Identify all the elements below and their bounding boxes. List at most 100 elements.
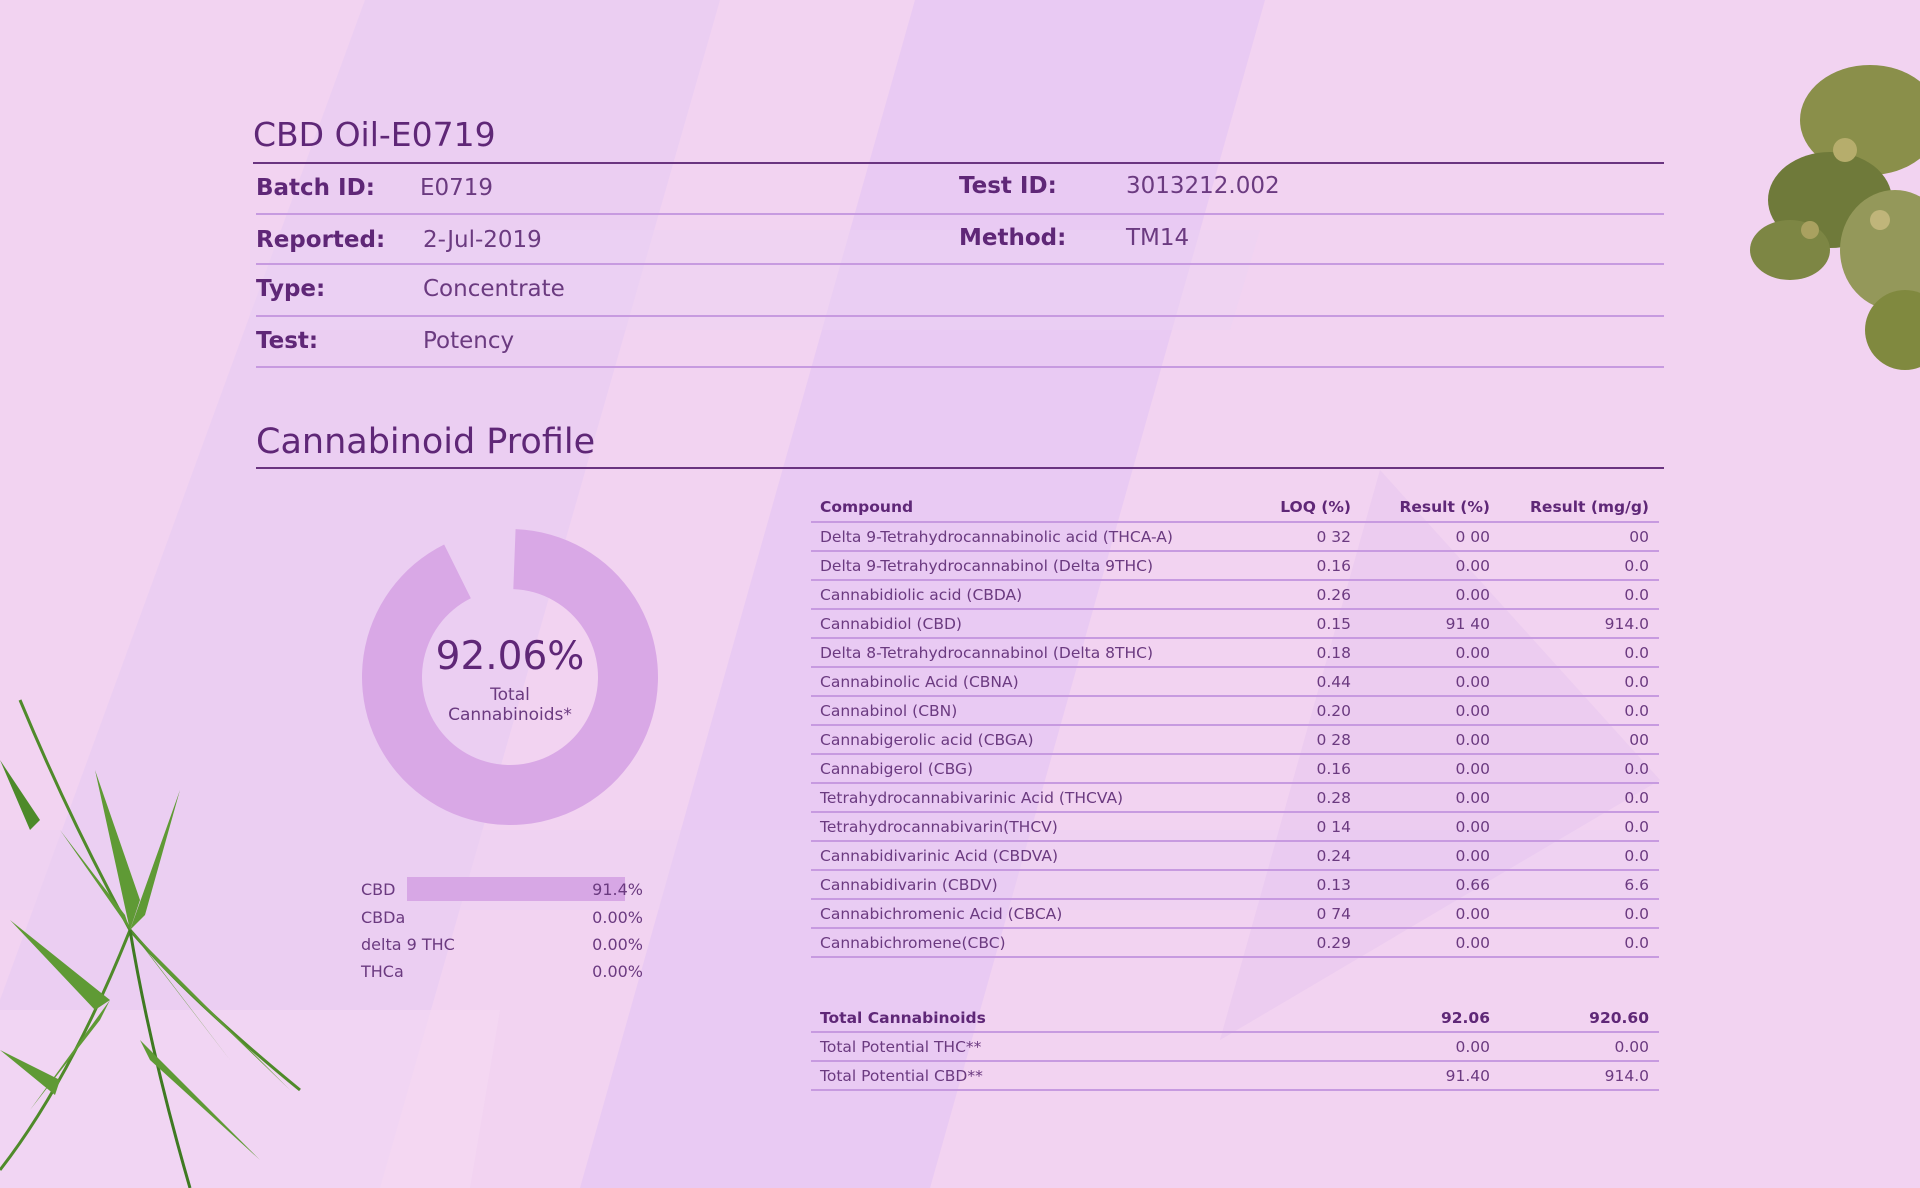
- table-row: Cannabigerol (CBG) 0.16 0.00 0.0: [811, 754, 1659, 784]
- section-title: Cannabinoid Profile: [256, 422, 596, 462]
- totals-loq-cell: [1232, 1004, 1361, 1033]
- cannabinoid-table: Compound LOQ (%) Result (%) Result (mg/g…: [811, 493, 1659, 958]
- result-pct-cell: 0.00: [1361, 783, 1500, 813]
- table-row: Cannabinolic Acid (CBNA) 0.44 0.00 0.0: [811, 667, 1659, 697]
- totals-row: Total Potential CBD** 91.40 914.0: [811, 1061, 1659, 1091]
- legend-row-cbd: CBD 91.4%: [361, 877, 645, 901]
- loq-cell: 0.13: [1232, 870, 1361, 900]
- totals-loq-cell: [1232, 1061, 1361, 1091]
- coa-document: CBD Oil-E0719 Batch ID: E0719 Test ID: 3…: [0, 0, 1920, 1188]
- loq-cell: 0.44: [1232, 667, 1361, 697]
- table-row: Cannabinol (CBN) 0.20 0.00 0.0: [811, 696, 1659, 726]
- type-value: Concentrate: [423, 276, 565, 302]
- table-row: Cannabichromene(CBC) 0.29 0.00 0.0: [811, 928, 1659, 958]
- legend-value: 0.00%: [592, 935, 643, 954]
- result-pct-cell: 0.00: [1361, 551, 1500, 581]
- table-body: Delta 9-Tetrahydrocannabinolic acid (THC…: [811, 522, 1659, 958]
- totals-row: Total Cannabinoids 92.06 920.60: [811, 1004, 1659, 1033]
- loq-cell: 0 14: [1232, 812, 1361, 842]
- legend-value: 91.4%: [592, 880, 643, 899]
- totals-row: Total Potential THC** 0.00 0.00: [811, 1032, 1659, 1062]
- result-pct-cell: 0.00: [1361, 754, 1500, 784]
- compound-cell: Cannabigerolic acid (CBGA): [811, 725, 1232, 755]
- table-row: Delta 8-Tetrahydrocannabinol (Delta 8THC…: [811, 638, 1659, 668]
- table-row: Cannabidiolic acid (CBDA) 0.26 0.00 0.0: [811, 580, 1659, 610]
- column-header-loq: LOQ (%): [1232, 493, 1361, 523]
- info-divider: [256, 263, 1664, 265]
- legend-row-cbda: CBDa 0.00%: [361, 905, 645, 929]
- info-divider: [256, 366, 1664, 368]
- result-mg-cell: 0.0: [1500, 783, 1659, 813]
- totals-loq-cell: [1232, 1032, 1361, 1062]
- loq-cell: 0.29: [1232, 928, 1361, 958]
- method-value: TM14: [1126, 225, 1190, 251]
- compound-cell: Cannabidivarin (CBDV): [811, 870, 1232, 900]
- test-label: Test:: [256, 328, 319, 354]
- test-id-label: Test ID:: [959, 173, 1057, 199]
- loq-cell: 0.15: [1232, 609, 1361, 639]
- result-mg-cell: 0.0: [1500, 638, 1659, 668]
- result-pct-cell: 0 00: [1361, 522, 1500, 552]
- column-header-result-pct: Result (%): [1361, 493, 1500, 523]
- table-row: Tetrahydrocannabivarinic Acid (THCVA) 0.2…: [811, 783, 1659, 813]
- type-label: Type:: [256, 276, 326, 302]
- method-label: Method:: [959, 225, 1067, 251]
- column-header-result-mg: Result (mg/g): [1500, 493, 1659, 523]
- result-pct-cell: 0.00: [1361, 928, 1500, 958]
- loq-cell: 0.18: [1232, 638, 1361, 668]
- totals-pct-cell: 92.06: [1361, 1004, 1500, 1033]
- totals-pct-cell: 0.00: [1361, 1032, 1500, 1062]
- totals-body: Total Cannabinoids 92.06 920.60 Total Poten…: [811, 1004, 1659, 1091]
- result-pct-cell: 0.00: [1361, 580, 1500, 610]
- result-mg-cell: 0.0: [1500, 580, 1659, 610]
- compound-cell: Cannabidivarinic Acid (CBDVA): [811, 841, 1232, 871]
- donut-percentage: 92.06%: [435, 634, 585, 679]
- loq-cell: 0.24: [1232, 841, 1361, 871]
- result-mg-cell: 0.0: [1500, 551, 1659, 581]
- result-mg-cell: 0.0: [1500, 841, 1659, 871]
- result-mg-cell: 0.0: [1500, 696, 1659, 726]
- title-rule: [253, 162, 1664, 164]
- result-pct-cell: 0.00: [1361, 841, 1500, 871]
- compound-cell: Cannabidiol (CBD): [811, 609, 1232, 639]
- legend-name: CBDa: [361, 908, 406, 927]
- legend-name: delta 9 THC: [361, 935, 455, 954]
- legend-name: THCa: [361, 962, 404, 981]
- table-row: Tetrahydrocannabivarin(THCV) 0 14 0.00 0.0: [811, 812, 1659, 842]
- loq-cell: 0 28: [1232, 725, 1361, 755]
- table-header-row: Compound LOQ (%) Result (%) Result (mg/g…: [811, 493, 1659, 523]
- result-pct-cell: 0.00: [1361, 696, 1500, 726]
- table-row: Cannabidivarinic Acid (CBDVA) 0.24 0.00 0.0: [811, 841, 1659, 871]
- result-mg-cell: 0.0: [1500, 899, 1659, 929]
- result-mg-cell: 0.0: [1500, 928, 1659, 958]
- result-pct-cell: 0.00: [1361, 725, 1500, 755]
- table-row: Cannabigerolic acid (CBGA) 0 28 0.00 00: [811, 725, 1659, 755]
- reported-label: Reported:: [256, 227, 386, 253]
- compound-cell: Tetrahydrocannabivarin(THCV): [811, 812, 1232, 842]
- donut-label-line2: Cannabinoids*: [448, 705, 572, 725]
- document-title: CBD Oil-E0719: [253, 115, 496, 154]
- compound-cell: Cannabidiolic acid (CBDA): [811, 580, 1232, 610]
- result-pct-cell: 0.00: [1361, 638, 1500, 668]
- table-row: Cannabidivarin (CBDV) 0.13 0.66 6.6: [811, 870, 1659, 900]
- donut-label-line1: Total: [490, 685, 530, 705]
- compound-cell: Cannabichromene(CBC): [811, 928, 1232, 958]
- legend-row-delta9thc: delta 9 THC 0.00%: [361, 932, 645, 956]
- legend-value: 0.00%: [592, 962, 643, 981]
- column-header-compound: Compound: [811, 493, 1232, 523]
- result-mg-cell: 0.0: [1500, 754, 1659, 784]
- compound-cell: Cannabinol (CBN): [811, 696, 1232, 726]
- totals-label-cell: Total Potential CBD**: [811, 1061, 1232, 1091]
- result-pct-cell: 0.00: [1361, 667, 1500, 697]
- donut-label: Total Cannabinoids*: [410, 685, 610, 725]
- compound-cell: Cannabichromenic Acid (CBCA): [811, 899, 1232, 929]
- compound-cell: Delta 9-Tetrahydrocannabinol (Delta 9THC…: [811, 551, 1232, 581]
- loq-cell: 0 32: [1232, 522, 1361, 552]
- test-value: Potency: [423, 328, 515, 354]
- legend-name: CBD: [361, 880, 396, 899]
- table-row: Cannabichromenic Acid (CBCA) 0 74 0.00 0.0: [811, 899, 1659, 929]
- loq-cell: 0 74: [1232, 899, 1361, 929]
- result-mg-cell: 00: [1500, 725, 1659, 755]
- compound-cell: Delta 9-Tetrahydrocannabinolic acid (THC…: [811, 522, 1232, 552]
- totals-mg-cell: 0.00: [1500, 1032, 1659, 1062]
